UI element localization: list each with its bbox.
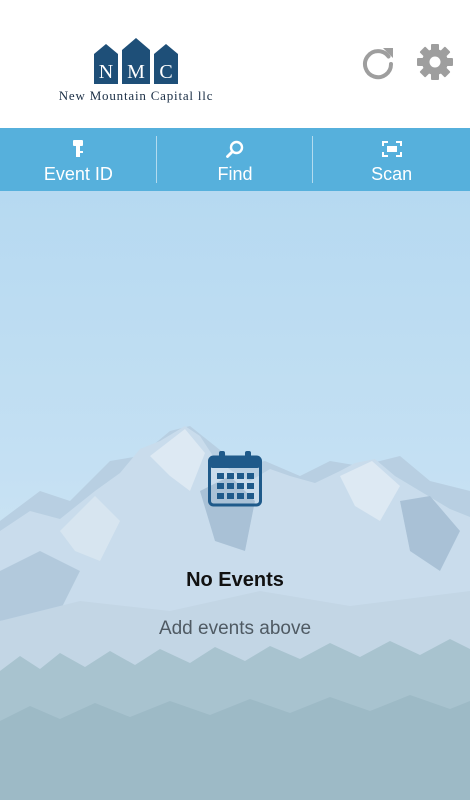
- gear-icon: [417, 44, 453, 80]
- event-id-label: Event ID: [43, 164, 113, 184]
- events-area: No Events Add events above: [0, 191, 470, 800]
- find-button[interactable]: Find: [157, 128, 314, 191]
- key-icon: [73, 140, 84, 157]
- calendar-icon: [208, 451, 262, 507]
- action-toolbar: Event ID Find Scan: [0, 128, 470, 191]
- refresh-icon: [363, 48, 394, 80]
- empty-state-subtitle: Add events above: [158, 618, 312, 639]
- event-id-button[interactable]: Event ID: [0, 128, 157, 191]
- company-name: New Mountain Capital llc: [58, 88, 214, 103]
- settings-button[interactable]: [415, 42, 455, 82]
- find-label: Find: [217, 164, 253, 184]
- scan-label: Scan: [371, 164, 413, 184]
- logo-letter-c: C: [159, 61, 172, 83]
- empty-state-title: No Events: [186, 569, 284, 591]
- logo-mark: N M C: [94, 38, 178, 84]
- scan-icon: [381, 141, 402, 157]
- app-header: N M C New Mountain Capital llc: [0, 0, 470, 128]
- logo-letter-n: N: [99, 61, 113, 83]
- logo-letter-m: M: [127, 61, 145, 83]
- company-logo: N M C New Mountain Capital llc: [36, 38, 236, 104]
- refresh-button[interactable]: [358, 42, 398, 82]
- search-icon: [226, 140, 244, 158]
- scan-button[interactable]: Scan: [313, 128, 470, 191]
